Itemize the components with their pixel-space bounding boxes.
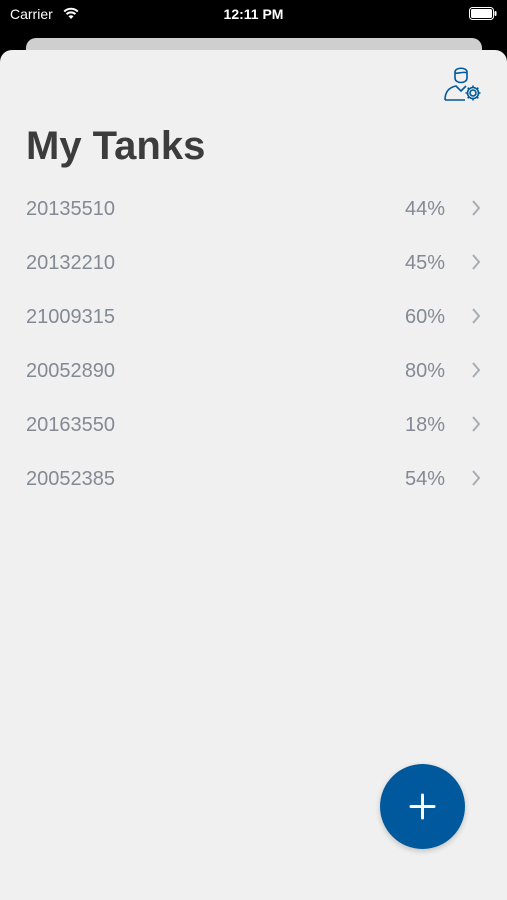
page-title: My Tanks (26, 124, 206, 168)
tank-row[interactable]: 20135510 44% (0, 182, 507, 236)
tank-row[interactable]: 20052890 80% (0, 344, 507, 398)
tank-id: 20132210 (26, 252, 115, 274)
tank-row[interactable]: 20132210 45% (0, 236, 507, 290)
tank-level: 60% (404, 306, 445, 328)
tank-row[interactable]: 20052385 54% (0, 452, 507, 506)
tank-row[interactable]: 20163550 18% (0, 398, 507, 452)
tank-level: 54% (404, 468, 445, 490)
plus-icon (409, 793, 436, 820)
battery-icon (469, 7, 497, 20)
chevron-right-icon (472, 254, 481, 270)
chevron-right-icon (472, 200, 481, 216)
status-bar: Carrier 12:11 PM (0, 0, 507, 32)
status-time: 12:11 PM (223, 6, 284, 22)
chevron-right-icon (472, 470, 481, 486)
chevron-right-icon (472, 362, 481, 378)
tank-row[interactable]: 21009315 60% (0, 290, 507, 344)
tank-id: 20052890 (26, 360, 115, 382)
chevron-right-icon (472, 308, 481, 324)
tank-level: 18% (404, 414, 445, 436)
tank-id: 20163550 (26, 414, 115, 436)
profile-settings-button[interactable] (443, 64, 483, 104)
chevron-right-icon (472, 416, 481, 432)
tank-list: 20135510 44% 20132210 45% 21009315 60% 2… (0, 182, 507, 506)
tank-level: 80% (404, 360, 445, 382)
tank-id: 21009315 (26, 306, 115, 328)
tank-level: 44% (404, 198, 445, 220)
tank-level: 45% (404, 252, 445, 274)
tank-id: 20052385 (26, 468, 115, 490)
user-settings-icon (444, 67, 481, 101)
add-tank-button[interactable] (380, 764, 465, 849)
tank-id: 20135510 (26, 198, 115, 220)
